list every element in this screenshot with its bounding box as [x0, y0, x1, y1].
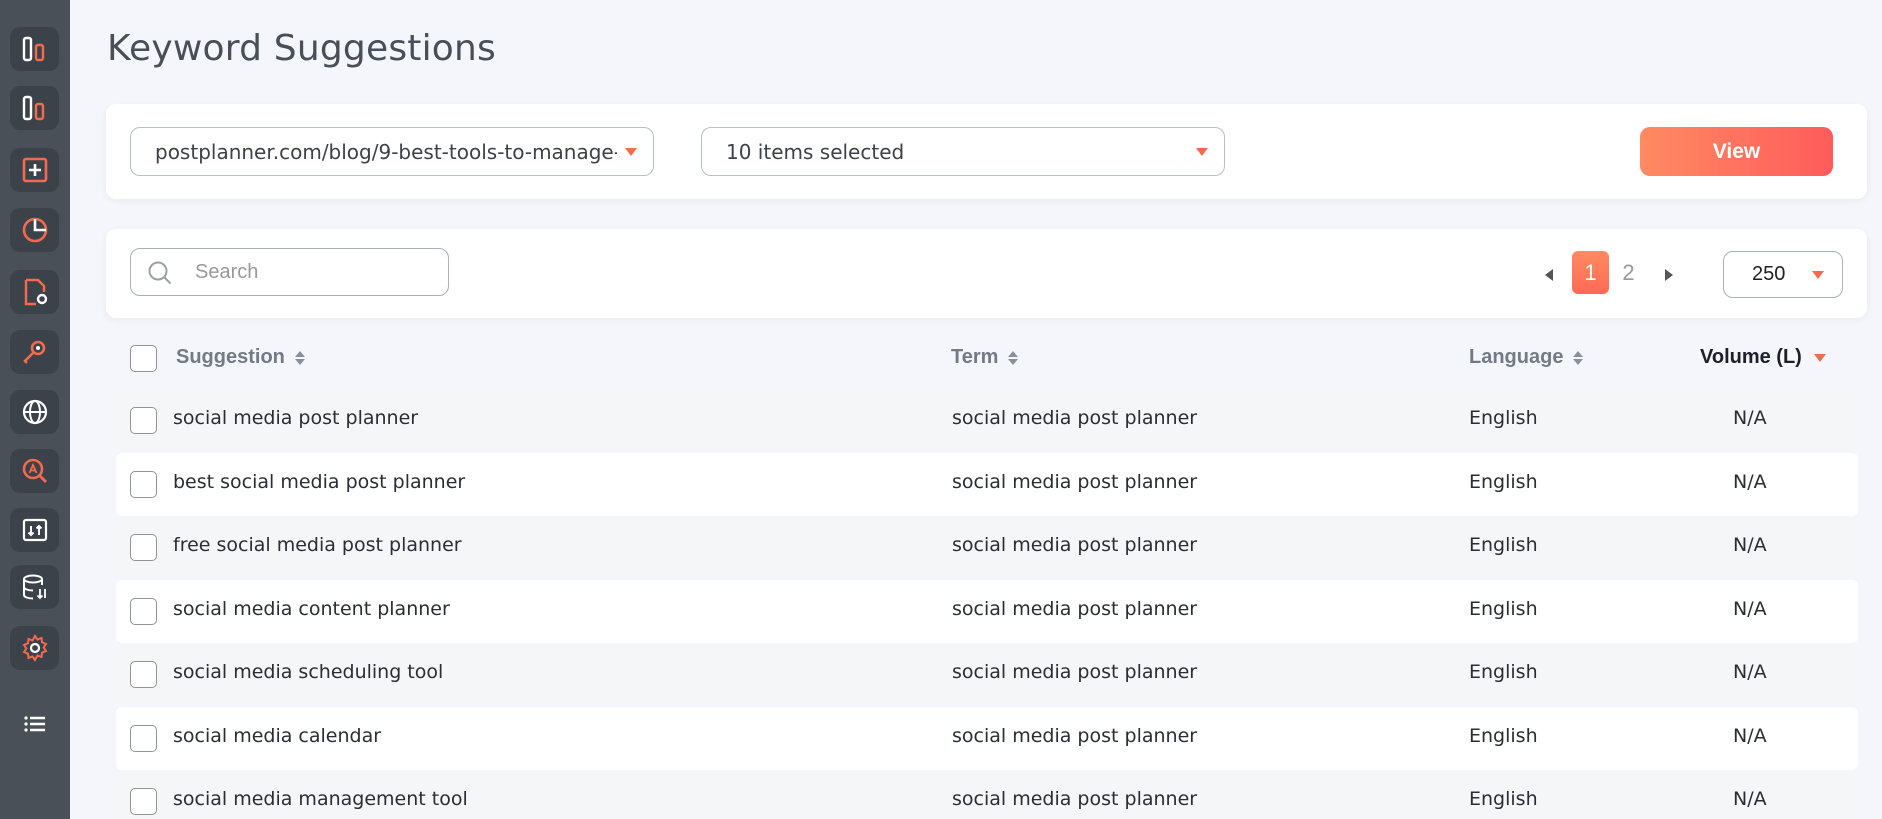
table-row[interactable]: social media content planner social media…: [116, 580, 1858, 643]
row-checkbox[interactable]: [130, 407, 157, 434]
cell-language: English: [1469, 788, 1538, 810]
cell-term: social media post planner: [952, 725, 1198, 747]
cell-suggestion: social media scheduling tool: [173, 661, 444, 683]
dashboard-icon: [22, 36, 44, 62]
list-icon: [23, 716, 45, 732]
cell-language: English: [1469, 407, 1538, 429]
row-checkbox[interactable]: [130, 471, 157, 498]
cell-volume: N/A: [1733, 788, 1767, 810]
page-title: Keyword Suggestions: [107, 28, 496, 69]
cell-language: English: [1469, 725, 1538, 747]
table-row[interactable]: social media management tool social media…: [116, 770, 1858, 819]
url-select[interactable]: postplanner.com/blog/9-best-tools-to-man…: [130, 127, 654, 176]
cell-term: social media post planner: [952, 661, 1198, 683]
sidebar-item-dashboard[interactable]: [10, 27, 59, 71]
sidebar-item-import-export[interactable]: [10, 508, 59, 552]
cell-volume: N/A: [1733, 407, 1767, 429]
gear-icon: [22, 634, 47, 662]
sidebar-item-add[interactable]: [10, 148, 59, 192]
page-2-button[interactable]: 2: [1610, 251, 1647, 294]
prev-page-icon[interactable]: [1545, 269, 1553, 281]
cell-volume: N/A: [1733, 661, 1767, 683]
cell-term: social media post planner: [952, 598, 1198, 620]
table-toolbar: 1 2 250: [106, 229, 1867, 318]
items-select[interactable]: 10 items selected: [701, 127, 1225, 176]
key-search-icon: [22, 340, 45, 364]
import-export-icon: [22, 518, 47, 542]
row-checkbox[interactable]: [130, 534, 157, 561]
sidebar-item-reports[interactable]: [10, 208, 59, 252]
cell-suggestion: social media calendar: [173, 725, 382, 747]
sort-icon: [1573, 350, 1584, 365]
select-all-checkbox[interactable]: [130, 345, 157, 372]
cell-language: English: [1469, 534, 1538, 556]
table-row[interactable]: best social media post planner social med…: [116, 453, 1858, 516]
chevron-down-icon: [625, 148, 637, 156]
sidebar-item-file-settings[interactable]: [10, 270, 59, 314]
view-button[interactable]: View: [1640, 127, 1833, 176]
sort-icon: [1008, 350, 1019, 365]
row-checkbox[interactable]: [130, 725, 157, 752]
per-page-value: 250: [1752, 263, 1786, 285]
url-select-value: postplanner.com/blog/9-best-tools-to-man…: [155, 139, 617, 164]
cell-volume: N/A: [1733, 534, 1767, 556]
row-checkbox[interactable]: [130, 598, 157, 625]
sidebar-item-dashboard-2[interactable]: [10, 86, 59, 130]
sidebar-item-settings[interactable]: [10, 626, 59, 670]
sidebar-menu-toggle[interactable]: [10, 702, 59, 746]
column-header-suggestion[interactable]: Suggestion: [176, 346, 305, 369]
cell-language: English: [1469, 471, 1538, 493]
sidebar-item-globe[interactable]: [10, 390, 59, 434]
chevron-down-icon: [1196, 148, 1208, 156]
dashboard-icon: [22, 95, 44, 121]
table-row[interactable]: social media post planner social media po…: [116, 389, 1858, 452]
cell-term: social media post planner: [952, 407, 1198, 429]
sort-icon: [294, 350, 305, 365]
column-header-language[interactable]: Language: [1469, 346, 1584, 369]
search-icon: [148, 261, 172, 285]
table-row[interactable]: social media calendar social media post p…: [116, 707, 1858, 770]
cell-volume: N/A: [1733, 725, 1767, 747]
column-header-volume[interactable]: Volume (L): [1700, 346, 1826, 369]
sidebar-item-search[interactable]: [10, 449, 59, 493]
sidebar: [0, 0, 70, 819]
cell-suggestion: free social media post planner: [173, 534, 462, 556]
page-1-button[interactable]: 1: [1572, 251, 1609, 294]
row-checkbox[interactable]: [130, 788, 157, 815]
cell-volume: N/A: [1733, 471, 1767, 493]
pie-chart-icon: [22, 217, 47, 243]
cell-suggestion: social media post planner: [173, 407, 419, 429]
sidebar-item-keywords[interactable]: [10, 330, 59, 374]
sidebar-item-database[interactable]: [10, 565, 59, 609]
table-row[interactable]: free social media post planner social med…: [116, 516, 1858, 579]
globe-icon: [22, 399, 47, 425]
add-box-icon: [22, 157, 47, 183]
table-row[interactable]: social media scheduling tool social media…: [116, 643, 1858, 706]
column-header-term[interactable]: Term: [951, 346, 1019, 369]
cell-term: social media post planner: [952, 471, 1198, 493]
items-select-value: 10 items selected: [726, 139, 905, 164]
cell-suggestion: social media management tool: [173, 788, 468, 810]
filter-bar: postplanner.com/blog/9-best-tools-to-man…: [106, 104, 1867, 199]
cell-suggestion: social media content planner: [173, 598, 450, 620]
database-sync-icon: [22, 574, 46, 600]
next-page-icon[interactable]: [1665, 269, 1673, 281]
per-page-select[interactable]: 250: [1723, 251, 1843, 298]
cell-term: social media post planner: [952, 534, 1198, 556]
search-a-icon: [22, 458, 47, 483]
search-box: [130, 248, 449, 296]
cell-volume: N/A: [1733, 598, 1767, 620]
cell-term: social media post planner: [952, 788, 1198, 810]
cell-suggestion: best social media post planner: [173, 471, 466, 493]
cell-language: English: [1469, 598, 1538, 620]
cell-language: English: [1469, 661, 1538, 683]
sort-desc-icon: [1813, 353, 1826, 362]
search-input[interactable]: [195, 260, 425, 284]
file-settings-icon: [24, 278, 47, 306]
chevron-down-icon: [1812, 271, 1824, 279]
row-checkbox[interactable]: [130, 661, 157, 688]
